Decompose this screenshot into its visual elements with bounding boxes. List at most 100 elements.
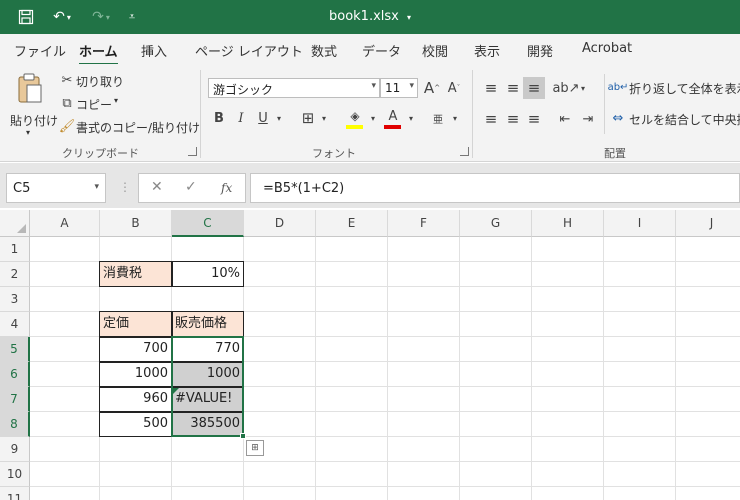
chevron-down-icon[interactable]: ▾ [578,77,588,99]
wrap-text-button[interactable]: 折り返して全体を表示す [629,80,740,97]
column-header-i[interactable]: I [604,210,676,237]
top-align-icon[interactable]: ≡ [480,77,502,99]
cell-c7[interactable]: #VALUE! [172,387,243,412]
dialog-launcher-icon[interactable] [460,147,469,156]
name-box[interactable]: C5 ▾ [6,173,106,203]
formula-buttons: ✕ ✓ fx [138,173,246,203]
document-title[interactable]: book1.xlsx ▾ [0,9,740,24]
align-right-icon[interactable]: ≡ [523,108,545,130]
align-center-icon[interactable]: ≡ [502,108,524,130]
copy-button[interactable]: コピー [76,96,112,113]
tab-view[interactable]: 表示 [474,41,500,60]
tab-data[interactable]: データ [362,41,401,60]
dialog-launcher-icon[interactable] [188,147,197,156]
cell-c4[interactable]: 販売価格 [172,312,243,337]
cell-c6[interactable]: 1000 [172,362,243,387]
middle-align-icon[interactable]: ≡ [502,77,524,99]
cell-b4[interactable]: 定価 [100,312,171,337]
insert-function-icon[interactable]: fx [221,181,232,195]
row-header-5[interactable]: 5 [0,337,30,362]
fill-handle[interactable] [240,433,246,439]
cell-b7[interactable]: 960 [100,387,171,412]
ribbon-spacer [0,163,740,170]
cell-b5[interactable]: 700 [100,337,171,362]
row-header-6[interactable]: 6 [0,362,30,387]
row-header-3[interactable]: 3 [0,287,30,312]
merge-center-icon: ⇔ [612,110,624,126]
row-header-1[interactable]: 1 [0,237,30,262]
bottom-align-icon[interactable]: ≡ [523,77,545,99]
column-header-j[interactable]: J [676,210,740,237]
row-header-10[interactable]: 10 [0,462,30,487]
row-header-4[interactable]: 4 [0,312,30,337]
column-header-f[interactable]: F [388,210,460,237]
column-header-g[interactable]: G [460,210,532,237]
paste-label: 貼り付け [10,114,59,128]
orientation-icon[interactable]: ab↗ [552,77,579,99]
font-size-select[interactable]: 11 ▾ [380,78,418,98]
font-name-select[interactable]: 游ゴシック ▾ [208,78,380,98]
increase-font-size-icon[interactable]: A ^ [422,78,442,98]
tab-developer[interactable]: 開発 [527,41,553,60]
clipboard-group-label: クリップボード [62,147,139,160]
chevron-down-icon[interactable]: ▾ [450,108,460,128]
tab-insert[interactable]: 挿入 [141,41,167,60]
format-painter-button[interactable]: 書式のコピー/貼り付け [76,119,200,136]
tab-acrobat[interactable]: Acrobat [582,41,632,56]
italic-icon[interactable]: I [232,108,250,128]
column-header-d[interactable]: D [244,210,316,237]
cell-c5[interactable]: 770 [172,337,243,362]
bold-icon[interactable]: B [210,108,228,128]
font-color-icon[interactable]: A [382,108,404,130]
column-header-e[interactable]: E [316,210,388,237]
tab-home[interactable]: ホーム [79,41,118,66]
column-header-h[interactable]: H [532,210,604,237]
column-header-c[interactable]: C [172,210,244,237]
row-header-8[interactable]: 8 [0,412,30,437]
copy-icon: ⧉ [62,95,72,111]
cell-c8[interactable]: 385500 [172,412,243,437]
clipboard-icon [18,73,42,103]
paste-button[interactable]: 貼り付け ▾ [6,70,58,140]
chevron-down-icon[interactable]: ▾ [114,96,118,105]
gridline [30,486,740,487]
decrease-font-size-icon[interactable]: Aˇ [444,78,464,98]
tab-file[interactable]: ファイル [14,41,66,60]
row-header-7[interactable]: 7 [0,387,30,412]
merge-center-button[interactable]: セルを結合して中央揃え [629,111,740,128]
drag-handle-icon[interactable]: ⋮ [119,180,131,194]
auto-fill-options-icon[interactable]: ⊞ [246,440,264,456]
tab-page-layout[interactable]: ページ レイアウト [195,41,303,60]
row-header-2[interactable]: 2 [0,262,30,287]
row-header-9[interactable]: 9 [0,437,30,462]
increase-indent-icon[interactable]: ⇥ [577,108,599,130]
phonetic-guide-icon[interactable]: 亜 [428,108,448,128]
chevron-down-icon[interactable]: ▾ [406,108,416,128]
cut-button[interactable]: 切り取り [76,73,124,90]
cell-b8[interactable]: 500 [100,412,171,437]
underline-icon[interactable]: U [254,108,272,128]
enter-icon[interactable]: ✓ [185,179,197,195]
format-painter-icon: 🖌 [58,118,76,134]
cell-b2[interactable]: 消費税 [100,262,171,287]
column-header-a[interactable]: A [30,210,100,237]
font-color-letter-icon: A [388,108,398,124]
chevron-down-icon[interactable]: ▾ [319,108,329,128]
decrease-indent-icon[interactable]: ⇤ [554,108,576,130]
tab-formulas[interactable]: 数式 [311,41,337,60]
worksheet-grid[interactable]: A B C D E F G H I J 1 2 3 4 5 6 7 8 9 10 11 消費税 10% 定価 販売価格 700 77… [0,210,740,500]
chevron-down-icon[interactable]: ▾ [368,108,378,128]
column-header-b[interactable]: B [100,210,172,237]
chevron-down-icon[interactable]: ▾ [274,108,284,128]
cancel-icon[interactable]: ✕ [151,179,163,195]
chevron-down-icon: ▾ [409,81,414,91]
cell-b6[interactable]: 1000 [100,362,171,387]
row-header-11[interactable]: 11 [0,487,30,500]
formula-input[interactable]: =B5*(1+C2) [250,173,740,203]
align-left-icon[interactable]: ≡ [480,108,502,130]
borders-icon[interactable]: ⊞ [298,108,318,128]
tab-review[interactable]: 校閲 [422,41,448,60]
select-all-button[interactable] [0,210,30,237]
cell-c2[interactable]: 10% [172,262,243,287]
fill-color-icon[interactable]: ◈ [344,108,366,130]
